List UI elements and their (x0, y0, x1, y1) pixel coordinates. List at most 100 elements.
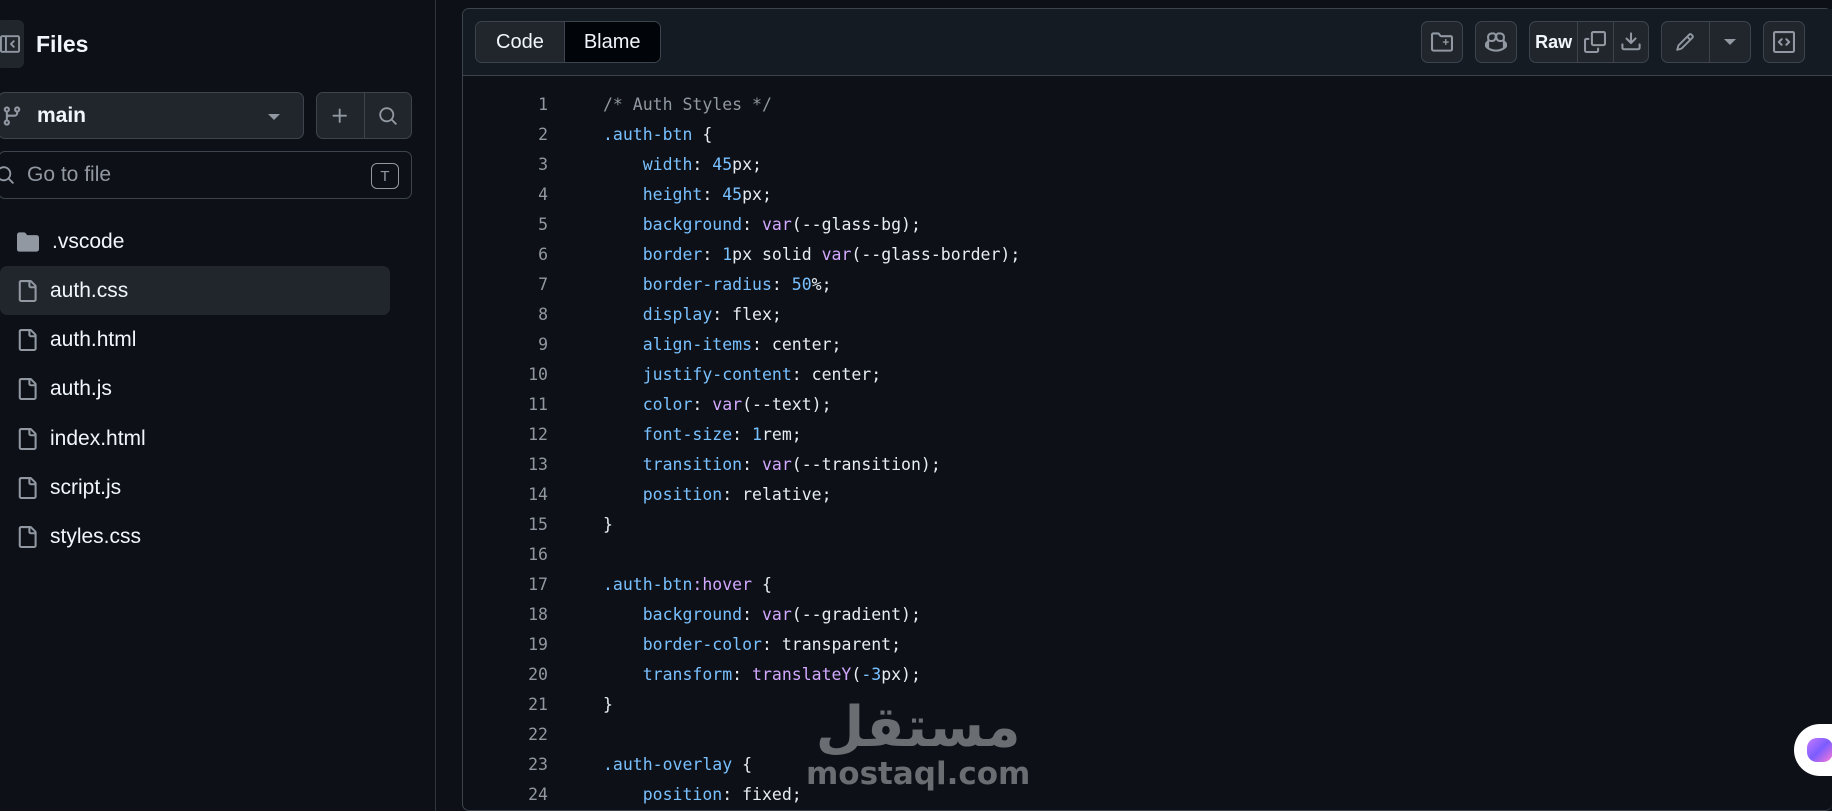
raw-actions-group: Raw (1529, 21, 1649, 63)
line-number[interactable]: 11 (463, 395, 548, 414)
tree-actions (316, 92, 412, 139)
pencil-icon (1676, 33, 1695, 51)
edit-actions-group (1661, 21, 1751, 63)
line-number[interactable]: 24 (463, 785, 548, 804)
chevron-down-icon (1723, 39, 1736, 45)
line-number[interactable]: 15 (463, 515, 548, 534)
file-toolbar: Code Blame Raw (463, 9, 1832, 76)
line-number[interactable]: 12 (463, 425, 548, 444)
code-view-panel: Code Blame Raw 1 /* Auth Styles */ 2 .au… (462, 8, 1832, 811)
copy-button[interactable] (1577, 22, 1612, 62)
line-number[interactable]: 9 (463, 335, 548, 354)
collapse-sidebar-button[interactable] (0, 20, 24, 68)
code-line: 13 transition: var(--transition); (463, 449, 1832, 479)
code-text: justify-content: center; (642, 364, 882, 384)
line-number[interactable]: 13 (463, 455, 548, 474)
code-line: 6 border: 1px solid var(--glass-border); (463, 239, 1832, 269)
line-number[interactable]: 20 (463, 665, 548, 684)
file-directory-symlink-icon (1431, 32, 1453, 52)
plus-icon (332, 108, 348, 123)
code-line: 23 .auth-overlay { (463, 749, 1832, 779)
branch-selector[interactable]: main (0, 92, 304, 139)
file-icon (18, 378, 37, 401)
line-number[interactable]: 5 (463, 215, 548, 234)
code-text: align-items: center; (642, 334, 842, 354)
code-line: 2 .auth-btn { (463, 119, 1832, 149)
code-text: .auth-btn:hover { (603, 574, 772, 594)
code-text: border-color: transparent; (642, 634, 902, 654)
code-text: } (603, 514, 613, 534)
tree-item-index-html[interactable]: index.html (0, 414, 390, 463)
raw-label: Raw (1535, 31, 1573, 52)
line-number[interactable]: 23 (463, 755, 548, 774)
line-number[interactable]: 2 (463, 125, 548, 144)
tab-blame[interactable]: Blame (564, 22, 660, 62)
tree-item-auth-css[interactable]: auth.css (0, 266, 390, 316)
line-number[interactable]: 7 (463, 275, 548, 294)
line-number[interactable]: 8 (463, 305, 548, 324)
code-text: width: 45px; (642, 154, 762, 174)
raw-button[interactable]: Raw (1530, 22, 1577, 62)
tree-item-label: styles.css (50, 525, 142, 549)
folder-icon (17, 231, 39, 252)
line-number[interactable]: 22 (463, 725, 548, 744)
go-to-file-input[interactable] (27, 163, 347, 187)
code-text: border: 1px solid var(--glass-border); (642, 244, 1021, 264)
open-in-folder-button[interactable] (1421, 21, 1463, 63)
download-button[interactable] (1612, 22, 1648, 62)
line-number[interactable]: 4 (463, 185, 548, 204)
file-icon (18, 526, 37, 549)
line-number[interactable]: 18 (463, 605, 548, 624)
edit-file-button[interactable] (1662, 22, 1709, 62)
line-number[interactable]: 6 (463, 245, 548, 264)
sidebar-title: Files (36, 30, 89, 57)
brain-icon (1807, 738, 1832, 762)
line-number[interactable]: 16 (463, 545, 548, 564)
branch-name: main (37, 103, 87, 127)
file-icon (18, 279, 37, 302)
tree-item-script-js[interactable]: script.js (0, 463, 390, 512)
download-icon (1621, 32, 1641, 51)
tree-item-label: index.html (50, 426, 146, 450)
tab-code[interactable]: Code (476, 22, 565, 62)
code-line: 1 /* Auth Styles */ (463, 89, 1832, 119)
code-line: 21} (463, 689, 1832, 719)
git-branch-icon (3, 105, 21, 126)
sidebar-header: Files (0, 20, 88, 68)
tree-item-auth-html[interactable]: auth.html (0, 316, 390, 365)
line-number[interactable]: 17 (463, 575, 548, 594)
code-line: 4 height: 45px; (463, 179, 1832, 209)
code-line: 15} (463, 509, 1832, 539)
line-number[interactable]: 1 (463, 95, 548, 114)
code-text: position: fixed; (642, 784, 802, 804)
go-to-file-search[interactable]: T (0, 151, 412, 199)
tree-item-auth-js[interactable]: auth.js (0, 365, 390, 414)
add-file-button[interactable] (317, 93, 364, 138)
sidebar-collapse-icon (0, 35, 20, 53)
code-text: border-radius: 50%; (642, 274, 832, 294)
code-line: 18 background: var(--gradient); (463, 599, 1832, 629)
code-line: 11 color: var(--text); (463, 389, 1832, 419)
code-line: 12 font-size: 1rem; (463, 419, 1832, 449)
code-line: 19 border-color: transparent; (463, 629, 1832, 659)
code-line: 5 background: var(--glass-bg); (463, 209, 1832, 239)
line-number[interactable]: 3 (463, 155, 548, 174)
code-text: background: var(--gradient); (642, 604, 921, 624)
line-number[interactable]: 19 (463, 635, 548, 654)
chevron-down-icon (268, 114, 280, 120)
line-number[interactable]: 10 (463, 365, 548, 384)
symbols-panel-button[interactable] (1763, 21, 1805, 63)
file-tree-sidebar: Files main T .vscode auth.css auth.html (0, 0, 436, 811)
more-edit-options-button[interactable] (1708, 22, 1750, 62)
code-line: 17 .auth-btn:hover { (463, 569, 1832, 599)
view-mode-toggle: Code Blame (475, 21, 661, 63)
search-icon (0, 166, 14, 184)
tree-item-styles-css[interactable]: styles.css (0, 513, 390, 562)
line-number[interactable]: 14 (463, 485, 548, 504)
tree-item-vscode[interactable]: .vscode (0, 217, 390, 266)
search-code-button[interactable] (363, 93, 411, 138)
code-text: /* Auth Styles */ (603, 94, 772, 114)
line-number[interactable]: 21 (463, 695, 548, 714)
code-line: 8 display: flex; (463, 299, 1832, 329)
copilot-button[interactable] (1475, 21, 1517, 63)
